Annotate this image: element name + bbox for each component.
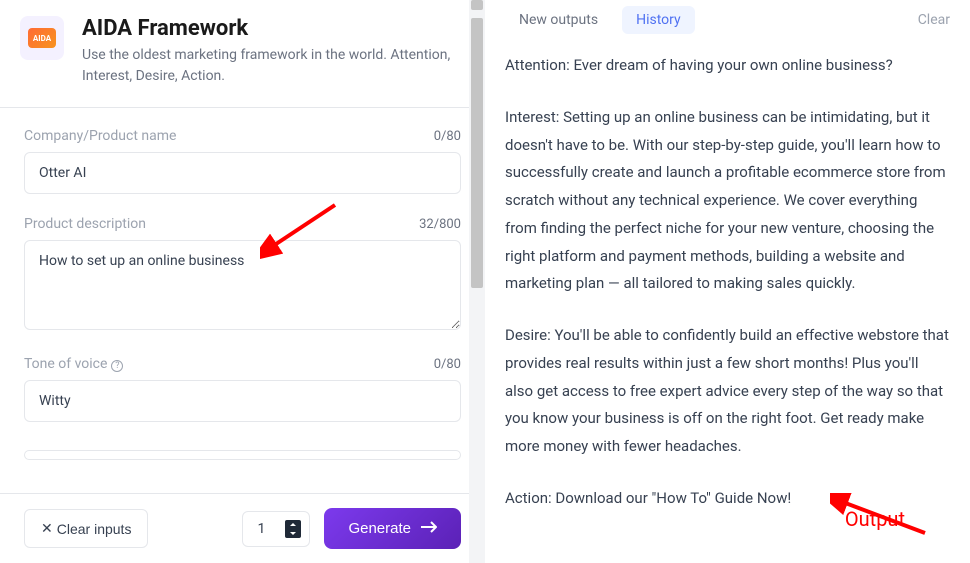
right-panel: New outputs History Clear Attention: Eve… [485,0,970,563]
header-section: AIDA AIDA Framework Use the oldest marke… [0,0,485,108]
clear-inputs-label: Clear inputs [57,521,132,537]
scrollbar-thumb[interactable] [471,18,483,288]
tone-label: Tone of voice? [24,356,123,372]
app-icon: AIDA [20,16,64,60]
generate-button[interactable]: Generate [324,508,461,549]
annotation-output-label: Output [845,507,905,531]
page-title: AIDA Framework [82,16,461,41]
extra-group [24,444,461,463]
header-text: AIDA Framework Use the oldest marketing … [82,16,461,87]
bottom-bar: ✕ Clear inputs 1 Generate [0,493,485,563]
clear-inputs-button[interactable]: ✕ Clear inputs [24,509,148,548]
quantity-stepper[interactable]: 1 [242,511,310,547]
tone-input[interactable] [24,380,461,422]
quantity-value: 1 [257,521,269,537]
page-subtitle: Use the oldest marketing framework in th… [82,45,461,87]
scrollbar-track-left[interactable] [469,0,485,563]
generate-label: Generate [348,520,411,537]
clear-link[interactable]: Clear [918,12,950,28]
tab-new-outputs[interactable]: New outputs [505,6,612,34]
output-attention: Attention: Ever dream of having your own… [505,52,950,80]
left-panel: AIDA AIDA Framework Use the oldest marke… [0,0,485,563]
tab-history[interactable]: History [622,6,695,34]
form-section: Company/Product name 0/80 Product descri… [0,108,485,493]
close-icon: ✕ [41,520,53,537]
output-content: Attention: Ever dream of having your own… [485,40,970,563]
tone-group: Tone of voice? 0/80 [24,356,461,422]
extra-input[interactable] [24,450,461,460]
scrollbar-thumb[interactable] [471,0,483,10]
description-group: Product description 32/800 How to set up… [24,216,461,334]
tone-count: 0/80 [434,357,461,372]
aida-icon: AIDA [28,28,56,48]
arrow-right-icon [421,520,437,537]
company-count: 0/80 [434,129,461,144]
output-interest: Interest: Setting up an online business … [505,104,950,298]
description-count: 32/800 [419,217,461,232]
stepper-icon[interactable] [285,520,301,538]
company-group: Company/Product name 0/80 [24,128,461,194]
description-textarea[interactable]: How to set up an online business [24,240,461,330]
company-input[interactable] [24,152,461,194]
description-label: Product description [24,216,146,232]
company-label: Company/Product name [24,128,176,144]
info-icon[interactable]: ? [111,360,123,372]
output-desire: Desire: You'll be able to confidently bu… [505,322,950,461]
tabs-row: New outputs History Clear [485,0,970,40]
